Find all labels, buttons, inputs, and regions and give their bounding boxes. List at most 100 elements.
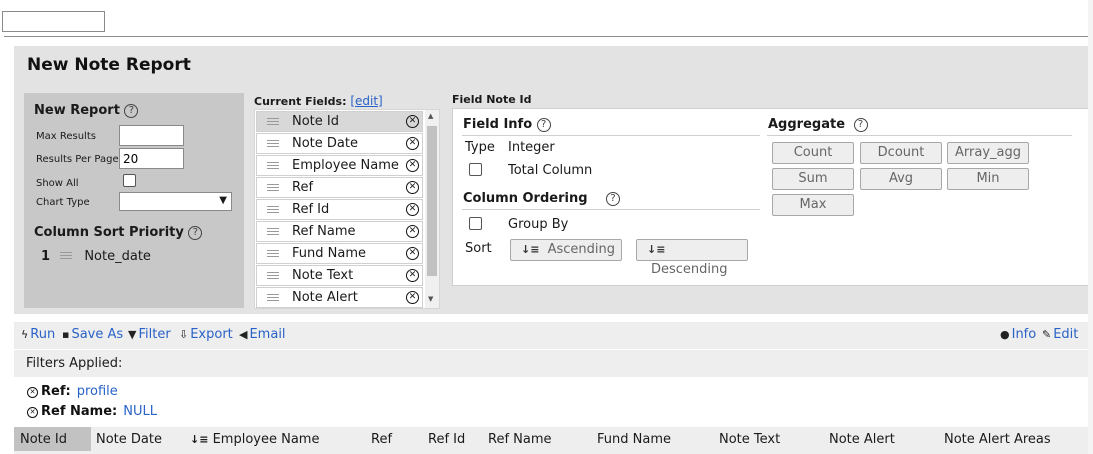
info-button[interactable]: ● Info: [1000, 327, 1036, 342]
show-all-label: Show All: [36, 178, 79, 189]
aggregate-min-button[interactable]: Min: [947, 168, 1029, 190]
column-header[interactable]: Note Text: [719, 432, 780, 447]
save-as-label: Save As: [71, 327, 124, 342]
aggregate-dcount-button[interactable]: Dcount: [860, 142, 942, 164]
page-edge: [1088, 0, 1093, 454]
drag-handle-icon[interactable]: [267, 162, 279, 170]
field-item[interactable]: Note Date ✕: [256, 133, 423, 154]
drag-handle-icon[interactable]: [267, 294, 279, 302]
scroll-up-icon[interactable]: ▲: [428, 112, 433, 120]
remove-icon[interactable]: ✕: [406, 247, 419, 260]
filter-value[interactable]: profile: [77, 384, 118, 399]
field-label: Note Alert: [292, 290, 358, 305]
drag-handle-icon[interactable]: [267, 228, 279, 236]
field-item[interactable]: Note Text ✕: [256, 265, 423, 286]
aggregate-heading: Aggregate ?: [768, 117, 868, 132]
drag-handle-icon[interactable]: [267, 184, 279, 192]
column-header[interactable]: Ref Name: [488, 432, 552, 447]
remove-icon[interactable]: ✕: [406, 269, 419, 282]
filter-name: Ref:: [41, 384, 71, 399]
sort-priority-item[interactable]: 1 Note_date: [41, 249, 151, 264]
aggregate-max-button[interactable]: Max: [772, 194, 854, 216]
edit-label: Edit: [1053, 327, 1079, 342]
edit-fields-link[interactable]: [edit]: [350, 94, 382, 108]
remove-filter-icon[interactable]: ✕: [27, 387, 38, 398]
help-icon[interactable]: ?: [188, 226, 203, 240]
filter-name: Ref Name:: [41, 404, 118, 419]
aggregate-sum-button[interactable]: Sum: [772, 168, 854, 190]
drag-handle-icon[interactable]: [267, 206, 279, 214]
remove-icon[interactable]: ✕: [406, 203, 419, 216]
remove-icon[interactable]: ✕: [406, 137, 419, 150]
column-header[interactable]: Note Date: [96, 432, 162, 447]
filter-button[interactable]: ▼ Filter: [128, 327, 171, 342]
aggregate-count-button[interactable]: Count: [772, 142, 854, 164]
column-header-sorted[interactable]: ↓≡ Employee Name: [190, 432, 319, 447]
field-label: Note Text: [292, 268, 354, 283]
sort-descending-icon: ↓≡: [190, 433, 209, 446]
field-item[interactable]: Note Id ✕: [256, 111, 423, 132]
field-panel-title: Field Note Id: [452, 93, 532, 106]
group-by-checkbox[interactable]: [469, 217, 482, 230]
export-button[interactable]: ⇩ Export: [179, 327, 233, 342]
remove-icon[interactable]: ✕: [406, 181, 419, 194]
sort-ascending-label: Ascending: [547, 242, 615, 257]
top-search-input[interactable]: [2, 11, 105, 32]
column-header[interactable]: Ref: [371, 432, 392, 447]
sort-ascending-button[interactable]: ↓≡ Ascending: [510, 239, 622, 261]
remove-icon[interactable]: ✕: [406, 225, 419, 238]
filters-heading: Filters Applied:: [26, 356, 123, 371]
field-item[interactable]: Employee Name ✕: [256, 155, 423, 176]
run-button[interactable]: ϟ Run: [21, 327, 55, 342]
send-icon: ◀: [239, 328, 248, 341]
scroll-down-icon[interactable]: ▼: [428, 295, 433, 303]
sort-priority-index: 1: [41, 249, 51, 264]
drag-handle-icon[interactable]: [267, 272, 279, 280]
column-header[interactable]: Note Alert Areas: [944, 432, 1051, 447]
remove-filter-icon[interactable]: ✕: [27, 407, 38, 418]
chart-type-select[interactable]: ▼: [119, 192, 232, 211]
column-header-label: Employee Name: [212, 432, 320, 447]
max-results-input[interactable]: [119, 125, 184, 146]
aggregate-avg-button[interactable]: Avg: [860, 168, 942, 190]
sort-label: Sort: [465, 241, 492, 256]
bolt-icon: ϟ: [21, 328, 29, 341]
remove-icon[interactable]: ✕: [406, 291, 419, 304]
show-all-checkbox[interactable]: [123, 174, 136, 187]
field-label: Fund Name: [292, 246, 366, 261]
help-icon[interactable]: ?: [124, 104, 139, 118]
edit-icon: ✎: [1042, 328, 1052, 341]
drag-handle-icon[interactable]: [267, 250, 279, 258]
remove-icon[interactable]: ✕: [406, 115, 419, 128]
email-button[interactable]: ◀ Email: [239, 327, 286, 342]
filter-value[interactable]: NULL: [123, 404, 157, 419]
field-item[interactable]: Ref ✕: [256, 177, 423, 198]
type-value: Integer: [508, 140, 555, 155]
drag-handle-icon[interactable]: [267, 140, 279, 148]
column-header[interactable]: Note Alert: [829, 432, 895, 447]
drag-handle-icon[interactable]: [267, 118, 279, 126]
aggregate-array-agg-button[interactable]: Array_agg: [947, 142, 1029, 164]
help-icon[interactable]: ?: [536, 118, 551, 132]
new-report-heading-text: New Report: [34, 103, 120, 118]
field-item[interactable]: Ref Id ✕: [256, 199, 423, 220]
total-column-checkbox[interactable]: [469, 163, 482, 176]
new-report-heading: New Report ?: [34, 103, 139, 118]
scrollbar-thumb[interactable]: [427, 126, 437, 276]
column-ordering-heading: Column Ordering ?: [463, 191, 621, 206]
sort-descending-button[interactable]: ↓≡ Descending: [636, 239, 748, 277]
help-icon[interactable]: ?: [853, 118, 868, 132]
help-icon[interactable]: ?: [606, 192, 621, 206]
field-label: Note Id: [292, 114, 339, 129]
results-per-page-input[interactable]: [119, 148, 184, 169]
column-header[interactable]: Fund Name: [597, 432, 671, 447]
edit-button[interactable]: ✎ Edit: [1042, 327, 1078, 342]
column-header[interactable]: Note Id: [20, 432, 67, 447]
field-item[interactable]: Note Alert ✕: [256, 287, 423, 308]
field-item[interactable]: Ref Name ✕: [256, 221, 423, 242]
divider: [4, 36, 1088, 37]
column-header[interactable]: Ref Id: [428, 432, 465, 447]
save-as-button[interactable]: ▪ Save As: [62, 327, 123, 342]
remove-icon[interactable]: ✕: [406, 159, 419, 172]
field-item[interactable]: Fund Name ✕: [256, 243, 423, 264]
